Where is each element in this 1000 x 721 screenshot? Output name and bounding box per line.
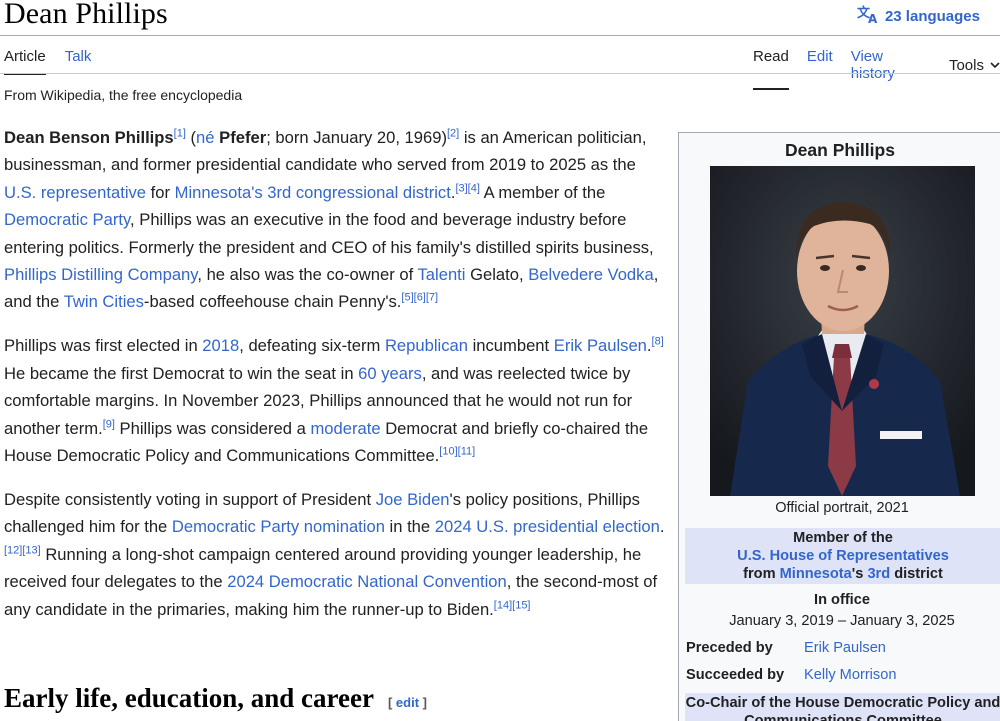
- text: 's: [851, 566, 868, 582]
- text: Gelato,: [465, 265, 529, 285]
- tab-read[interactable]: Read: [753, 48, 789, 90]
- tab-edit[interactable]: Edit: [807, 48, 833, 90]
- reference-link[interactable]: [2]: [447, 127, 459, 139]
- text: He became the first Democrat to win the …: [4, 363, 359, 383]
- tab-article[interactable]: Article: [4, 48, 46, 75]
- language-selector[interactable]: 文A 23 languages: [857, 4, 980, 28]
- office-header: Member of the U.S. House of Representati…: [685, 528, 1000, 584]
- link-joe-biden[interactable]: Joe Biden: [376, 490, 450, 509]
- subject-name: Dean Benson Phillips: [4, 128, 174, 147]
- link-district[interactable]: Minnesota's 3rd congressional district: [175, 183, 451, 202]
- translate-icon: 文A: [857, 4, 879, 28]
- text: ; born January 20, 1969): [266, 128, 447, 147]
- office-dates: January 3, 2019 – January 3, 2025: [729, 613, 955, 629]
- link-minnesota[interactable]: Minnesota: [780, 566, 852, 582]
- reference-link[interactable]: [9]: [103, 418, 115, 430]
- page-title: Dean Phillips: [4, 0, 168, 30]
- bracket: [: [387, 695, 396, 710]
- reference-link[interactable]: [14][15]: [494, 599, 531, 611]
- svg-text:A: A: [868, 12, 878, 24]
- portrait-image[interactable]: [710, 166, 975, 496]
- infobox-title: Dean Phillips: [785, 140, 895, 160]
- link-3rd[interactable]: 3rd: [867, 566, 890, 582]
- reference-link[interactable]: [5][6][7]: [401, 292, 438, 304]
- chevron-down-icon: [990, 61, 1000, 68]
- link-us-house[interactable]: U.S. House of Representatives: [737, 548, 949, 564]
- infobox: Dean Phillips Official portrait, 2021 Me…: [678, 132, 1000, 721]
- link-phillips-distilling[interactable]: Phillips Distilling Company: [4, 265, 197, 284]
- text: .: [659, 517, 665, 537]
- in-office-label: In office: [814, 592, 870, 608]
- reference-link[interactable]: [8]: [652, 336, 664, 348]
- link-2024-dnc[interactable]: 2024 Democratic National Convention: [227, 572, 507, 591]
- link-ne[interactable]: né: [196, 128, 214, 147]
- preceded-by-label: Preceded by: [686, 640, 773, 656]
- link-2018[interactable]: 2018: [202, 336, 239, 355]
- bracket: ]: [419, 695, 427, 710]
- birth-name: Pfefer: [219, 128, 267, 147]
- text: , he also was the co-owner of: [197, 265, 418, 285]
- site-tagline: From Wikipedia, the free encyclopedia: [4, 87, 243, 103]
- text: A member of the: [479, 182, 606, 202]
- tools-label: Tools: [948, 56, 984, 74]
- text: -based coffeehouse chain Penny's.: [143, 292, 402, 312]
- link-preceded-by[interactable]: Erik Paulsen: [804, 640, 886, 656]
- tab-talk[interactable]: Talk: [65, 48, 92, 75]
- text: (: [185, 128, 197, 147]
- link-belvedere[interactable]: Belvedere Vodka: [528, 265, 653, 284]
- reference-link[interactable]: [10][11]: [439, 445, 475, 457]
- link-succeeded-by[interactable]: Kelly Morrison: [804, 667, 896, 683]
- text: incumbent: [467, 336, 554, 356]
- view-tabs: Read Edit View history Tools: [753, 48, 1000, 90]
- text: in the: [384, 517, 435, 537]
- section-edit-link[interactable]: edit: [396, 695, 419, 710]
- tabs-divider: [0, 73, 1000, 74]
- text: for: [146, 182, 175, 202]
- namespace-tabs: Article Talk: [4, 48, 91, 75]
- lead-paragraph-2: Phillips was first elected in 2018, defe…: [4, 332, 666, 469]
- text: Phillips was first elected in: [4, 336, 203, 356]
- link-2024-election[interactable]: 2024 U.S. presidential election: [435, 517, 660, 536]
- tools-menu[interactable]: Tools: [949, 48, 1000, 90]
- text: Despite consistently voting in support o…: [4, 489, 376, 509]
- link-twin-cities[interactable]: Twin Cities: [64, 292, 144, 311]
- title-divider: [0, 35, 1000, 36]
- link-erik-paulsen[interactable]: Erik Paulsen: [554, 336, 647, 355]
- reference-link[interactable]: [12][13]: [4, 544, 41, 556]
- link-us-representative[interactable]: U.S. representative: [4, 183, 146, 202]
- cochair-header: Co-Chair of the House Democratic Policy …: [685, 693, 1000, 721]
- section-edit: [ edit ]: [388, 695, 427, 710]
- portrait-caption: Official portrait, 2021: [775, 500, 909, 516]
- languages-label: 23 languages: [884, 7, 980, 25]
- lead-paragraph-1: Dean Benson Phillips[1] (né Pfefer; born…: [4, 124, 666, 316]
- link-party-nomination[interactable]: Democratic Party nomination: [172, 517, 385, 536]
- article-body: Dean Benson Phillips[1] (né Pfefer; born…: [4, 124, 666, 639]
- section-heading-text: Early life, education, and career: [4, 683, 374, 713]
- reference-link[interactable]: [3][4]: [455, 182, 479, 194]
- text: Phillips was considered a: [114, 418, 311, 438]
- link-talenti[interactable]: Talenti: [418, 265, 466, 284]
- member-of-label: Member of the: [793, 530, 893, 546]
- text: from: [743, 566, 780, 582]
- link-republican[interactable]: Republican: [385, 336, 468, 355]
- tab-view-history[interactable]: View history: [851, 48, 931, 90]
- lead-paragraph-3: Despite consistently voting in support o…: [4, 486, 666, 623]
- section-heading: Early life, education, and career [ edit …: [4, 683, 427, 714]
- link-democratic-party[interactable]: Democratic Party: [4, 210, 130, 229]
- link-60-years[interactable]: 60 years: [358, 364, 422, 383]
- succeeded-by-label: Succeeded by: [686, 667, 785, 683]
- link-moderate[interactable]: moderate: [310, 419, 380, 438]
- reference-link[interactable]: [1]: [174, 127, 186, 139]
- text: district: [890, 566, 943, 582]
- text: , defeating six-term: [239, 336, 385, 356]
